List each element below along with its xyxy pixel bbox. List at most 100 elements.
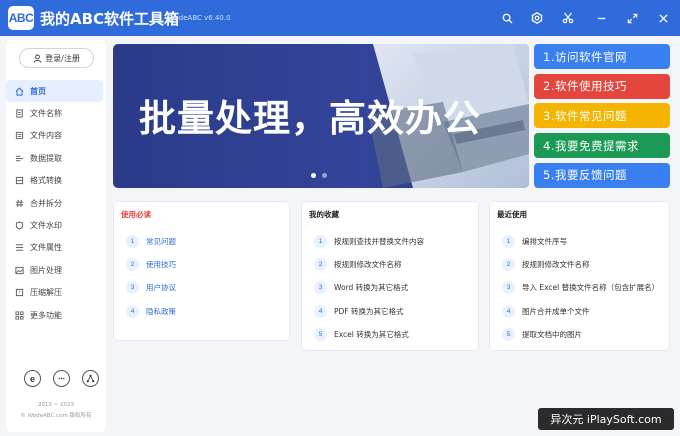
usage-tips-button[interactable]: 2.软件使用技巧: [534, 73, 670, 99]
list-item-label: 常见问题: [146, 237, 176, 247]
sidebar-item-file-content[interactable]: 文件内容: [6, 125, 103, 147]
list-item-label: 图片合并成单个文件: [522, 306, 590, 316]
sidebar-item-merge-split[interactable]: 合并拆分: [6, 192, 103, 214]
list-item[interactable]: 1 编排文件序号: [490, 230, 669, 253]
sidebar-item-label: 更多功能: [30, 310, 62, 320]
sidebar-item-properties[interactable]: 文件属性: [6, 237, 103, 259]
login-label: 登录/注册: [45, 53, 80, 63]
faq-button[interactable]: 3.软件常见问题: [534, 103, 670, 129]
list-item-label: 导入 Excel 替换文件名称（包含扩展名）: [522, 283, 660, 293]
item-number: 5: [314, 327, 327, 341]
sidebar-item-format-convert[interactable]: 格式转换: [6, 170, 103, 192]
favorites-list: 1 按规则查找并替换文件内容 2 按规则修改文件名称 3 Word 转换为其它格式 4…: [302, 230, 478, 346]
list-item-label: Word 转换为其它格式: [334, 283, 409, 293]
properties-icon: [15, 244, 24, 252]
list-item[interactable]: 2 按规则修改文件名称: [302, 253, 478, 276]
list-item-label: PDF 转换为其它格式: [334, 306, 404, 316]
sidebar-item-file-name[interactable]: 文件名称: [6, 102, 103, 124]
sidebar-item-label: 文件名称: [30, 109, 62, 119]
list-item-label: 提取文档中的图片: [522, 329, 582, 339]
sidebar-item-label: 格式转换: [30, 176, 62, 186]
feature-request-button[interactable]: 4.我要免费提需求: [534, 133, 670, 159]
recent-list: 1 编排文件序号 2 按规则修改文件名称 3 导入 Excel 替换文件名称（包含扩展…: [490, 230, 669, 346]
list-item-label: 编排文件序号: [522, 237, 567, 247]
app-logo-text: ABC: [8, 11, 34, 25]
list-item[interactable]: 4 PDF 转换为其它格式: [302, 300, 478, 323]
list-item[interactable]: 5 Excel 转换为其它格式: [302, 323, 478, 346]
watermark-icon: [15, 221, 24, 230]
list-item[interactable]: 4 图片合并成单个文件: [490, 300, 669, 323]
list-item[interactable]: 5 提取文档中的图片: [490, 323, 669, 346]
carousel-dot[interactable]: [322, 173, 327, 178]
sidebar-item-label: 压缩解压: [30, 288, 62, 298]
title-bar: ABC 我的ABC软件工具箱 WodeABC v6.40.0: [0, 0, 680, 36]
sidebar-item-more[interactable]: 更多功能: [6, 304, 103, 326]
sidebar-item-image[interactable]: 图片处理: [6, 259, 103, 281]
carousel-dot[interactable]: [311, 173, 316, 178]
data-extract-icon: [15, 155, 24, 162]
scissors-icon[interactable]: [560, 10, 576, 26]
search-icon[interactable]: [499, 10, 515, 26]
home-icon: [15, 87, 24, 96]
sidebar-item-compress[interactable]: 压缩解压: [6, 282, 103, 304]
item-number: 3: [314, 281, 327, 295]
login-button[interactable]: 登录/注册: [19, 48, 94, 68]
quick-links: 1.访问软件官网 2.软件使用技巧 3.软件常见问题 4.我要免费提需求 5.我…: [534, 44, 670, 192]
recent-title: 最近使用: [497, 210, 527, 219]
list-item[interactable]: 3 导入 Excel 替换文件名称（包含扩展名）: [490, 276, 669, 299]
list-item[interactable]: 3 Word 转换为其它格式: [302, 276, 478, 299]
ie-icon[interactable]: e: [24, 370, 41, 387]
list-item[interactable]: 1 常见问题: [114, 230, 289, 253]
sidebar-item-home[interactable]: 首页: [6, 80, 103, 103]
settings-icon[interactable]: [529, 10, 545, 26]
recent-panel: 最近使用 1 编排文件序号 2 按规则修改文件名称 3 导入 Excel 替换文件名称…: [489, 201, 670, 351]
sidebar-item-watermark[interactable]: 文件水印: [6, 214, 103, 236]
list-item-label: 按规则修改文件名称: [522, 260, 590, 270]
item-number: 1: [502, 235, 515, 249]
item-number: 1: [314, 235, 327, 249]
app-logo: ABC: [8, 6, 34, 30]
list-item[interactable]: 2 使用技巧: [114, 253, 289, 276]
close-icon[interactable]: [655, 10, 671, 26]
list-item-label: Excel 转换为其它格式: [334, 329, 409, 339]
must-read-title: 使用必读: [121, 210, 151, 219]
list-item[interactable]: 1 按规则查找并替换文件内容: [302, 230, 478, 253]
favorites-title: 我的收藏: [309, 210, 339, 219]
list-item-label: 使用技巧: [146, 260, 176, 270]
banner-headline: 批量处理，高效办公: [139, 97, 481, 140]
favorites-panel: 我的收藏 1 按规则查找并替换文件内容 2 按规则修改文件名称 3 Word 转换为其…: [301, 201, 479, 351]
footer-copyright: © WodeABC.com 版权所有: [20, 413, 92, 419]
app-version: WodeABC v6.40.0: [168, 14, 231, 22]
share-icon[interactable]: [82, 370, 99, 387]
user-icon: [33, 54, 42, 63]
sidebar-item-label: 数据提取: [30, 153, 62, 163]
sidebar-item-label: 首页: [30, 86, 46, 96]
item-number: 3: [502, 281, 515, 295]
visit-website-button[interactable]: 1.访问软件官网: [534, 44, 670, 69]
file-content-icon: [15, 132, 24, 140]
list-item-label: 用户协议: [146, 283, 176, 293]
item-number: 5: [502, 327, 515, 341]
minimize-icon[interactable]: [593, 10, 609, 26]
sidebar-item-label: 合并拆分: [30, 198, 62, 208]
item-number: 4: [502, 304, 515, 318]
must-read-list: 1 常见问题 2 使用技巧 3 用户协议 4 隐私政策: [114, 230, 289, 323]
feedback-button[interactable]: 5.我要反馈问题: [534, 162, 670, 188]
chat-icon[interactable]: [53, 370, 70, 387]
sidebar-item-data-extract[interactable]: 数据提取: [6, 147, 103, 169]
must-read-panel: 使用必读 1 常见问题 2 使用技巧 3 用户协议 4 隐私政策: [113, 201, 290, 341]
compress-icon: [15, 289, 24, 297]
list-item[interactable]: 3 用户协议: [114, 276, 289, 299]
merge-split-icon: [15, 199, 24, 207]
banner[interactable]: 批量处理，高效办公: [113, 44, 529, 188]
list-item[interactable]: 4 隐私政策: [114, 300, 289, 323]
item-number: 1: [126, 235, 139, 249]
carousel-dots: [311, 173, 327, 178]
footer-years: 2013 ~ 2023: [37, 402, 75, 408]
site-watermark: 异次元 iPlaySoft.com: [538, 408, 674, 430]
more-icon: [15, 311, 24, 320]
maximize-icon[interactable]: [624, 10, 640, 26]
list-item[interactable]: 2 按规则修改文件名称: [490, 253, 669, 276]
item-number: 2: [502, 258, 515, 272]
item-number: 4: [126, 304, 139, 318]
